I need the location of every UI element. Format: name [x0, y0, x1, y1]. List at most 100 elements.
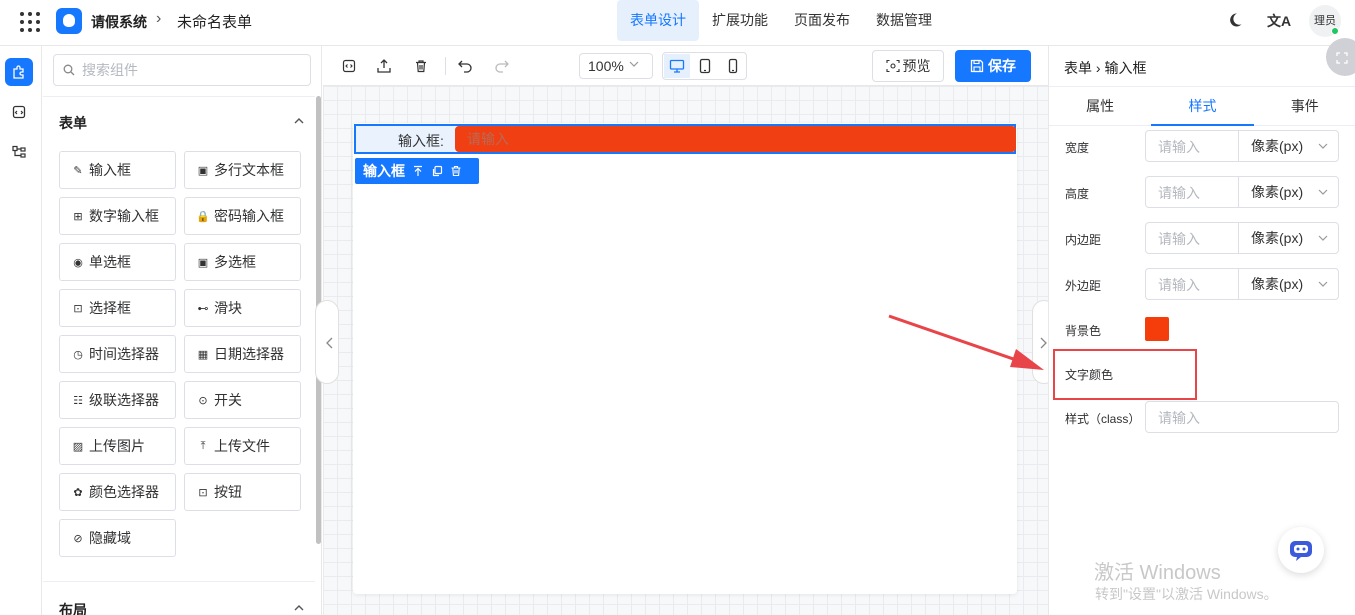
top-bar: 请假系统 › 未命名表单 表单设计 扩展功能 页面发布 数据管理 文A 理员: [0, 0, 1355, 46]
import-button[interactable]: [376, 58, 392, 74]
class-input[interactable]: [1158, 408, 1328, 428]
dark-mode-icon[interactable]: [1227, 12, 1243, 28]
slider-icon: ⊷: [197, 302, 209, 315]
class-label: 样式（class）: [1065, 412, 1141, 426]
upload-tray-icon: [377, 59, 391, 73]
field-input[interactable]: [467, 129, 867, 149]
number-icon: ⊞: [73, 210, 83, 223]
selected-field-row[interactable]: 输入框:: [354, 124, 1016, 154]
tab-properties[interactable]: 属性: [1049, 87, 1151, 125]
component-button[interactable]: ▨ 上传图片: [59, 427, 176, 465]
search-input[interactable]: [82, 60, 302, 80]
style-row-input[interactable]: [1158, 183, 1238, 203]
tab-events[interactable]: 事件: [1254, 87, 1355, 125]
move-top-icon[interactable]: [412, 165, 424, 177]
text-color-picker[interactable]: [1145, 361, 1169, 385]
search-box: [53, 54, 311, 86]
style-row-input[interactable]: [1158, 229, 1238, 249]
unit-select-value: 像素(px): [1251, 184, 1304, 200]
component-button[interactable]: 🔒 密码输入框: [184, 197, 301, 235]
chevron-up-icon[interactable]: [293, 115, 305, 127]
image-icon: ▨: [72, 440, 84, 453]
textarea-icon: ▣: [197, 164, 209, 177]
save-icon: [970, 59, 984, 73]
chevron-up-icon[interactable]: [293, 602, 305, 614]
unit-select[interactable]: 像素(px): [1238, 269, 1339, 299]
tab-page-publish[interactable]: 页面发布: [781, 0, 863, 41]
code-view-button[interactable]: [341, 58, 357, 74]
unit-select[interactable]: 像素(px): [1238, 131, 1339, 161]
component-button[interactable]: ⊞ 数字输入框: [59, 197, 176, 235]
component-button[interactable]: ⊡ 选择框: [59, 289, 176, 327]
toolbar-divider: [445, 57, 446, 75]
collapse-left-button[interactable]: [315, 300, 339, 384]
tablet-view-button[interactable]: [692, 54, 718, 78]
bg-color-picker[interactable]: [1145, 317, 1169, 341]
component-button[interactable]: ▦ 日期选择器: [184, 335, 301, 373]
tab-data-management[interactable]: 数据管理: [863, 0, 945, 41]
copy-icon[interactable]: [431, 165, 443, 177]
component-button[interactable]: ▣ 多行文本框: [184, 151, 301, 189]
field-input-box[interactable]: [455, 126, 1016, 152]
component-button[interactable]: ◉ 单选框: [59, 243, 176, 281]
tab-style[interactable]: 样式: [1151, 87, 1254, 126]
canvas-toolbar: 100% 预览 保存: [323, 46, 1048, 86]
component-button[interactable]: ⊙ 开关: [184, 381, 301, 419]
tab-extensions[interactable]: 扩展功能: [699, 0, 781, 41]
component-button[interactable]: ▣ 多选框: [184, 243, 301, 281]
desktop-view-button[interactable]: [664, 54, 690, 78]
style-row-input[interactable]: [1158, 137, 1238, 157]
canvas-area: 100% 预览 保存 输入框: 请输入 输入框: [315, 46, 1056, 615]
section-title-layout[interactable]: 布局: [59, 600, 87, 615]
section-title-form[interactable]: 表单: [59, 113, 87, 133]
redo-button[interactable]: [494, 58, 510, 74]
component-button[interactable]: ⊷ 滑块: [184, 289, 301, 327]
component-label: 颜色选择器: [89, 484, 159, 500]
unit-select[interactable]: 像素(px): [1238, 223, 1339, 253]
rail-code-button[interactable]: [5, 98, 33, 126]
form-canvas[interactable]: 输入框: 输入框: [353, 123, 1017, 594]
trash-icon[interactable]: [450, 165, 462, 177]
preview-label: 预览: [902, 58, 931, 74]
rail-tree-button[interactable]: [5, 138, 33, 166]
app-name[interactable]: 请假系统: [91, 12, 147, 32]
divider: [43, 96, 315, 97]
device-switcher: [662, 52, 747, 80]
clear-button[interactable]: [413, 58, 429, 74]
preview-button[interactable]: 预览: [872, 50, 944, 82]
save-button[interactable]: 保存: [955, 50, 1031, 82]
left-icon-rail: [0, 46, 42, 615]
component-label: 上传图片: [89, 438, 145, 454]
component-button[interactable]: ⊡ 按钮: [184, 473, 301, 511]
zoom-select[interactable]: 100%: [579, 53, 653, 79]
cascader-icon: ☷: [73, 394, 83, 407]
mobile-view-button[interactable]: [720, 54, 746, 78]
switch-icon: ⊙: [198, 394, 208, 407]
component-button[interactable]: ✿ 颜色选择器: [59, 473, 176, 511]
breadcrumb-separator: ›: [156, 10, 162, 27]
undo-button[interactable]: [457, 58, 473, 74]
rail-components-button[interactable]: [5, 58, 33, 86]
component-label: 开关: [214, 392, 242, 408]
field-action-tag: 输入框: [355, 158, 479, 184]
component-label: 上传文件: [214, 438, 270, 454]
component-button[interactable]: ✎ 输入框: [59, 151, 176, 189]
component-button[interactable]: ◷ 时间选择器: [59, 335, 176, 373]
tab-form-design[interactable]: 表单设计: [617, 0, 699, 41]
fullscreen-button[interactable]: [1326, 38, 1355, 76]
unit-select-value: 像素(px): [1251, 230, 1304, 246]
online-status-dot: [1331, 27, 1339, 35]
trash-icon: [416, 60, 426, 73]
bg-color-label: 背景色: [1065, 324, 1102, 338]
component-button[interactable]: ☷ 级联选择器: [59, 381, 176, 419]
component-label: 日期选择器: [214, 346, 284, 362]
app-grid-icon[interactable]: [20, 12, 40, 32]
component-button[interactable]: ⤒ 上传文件: [184, 427, 301, 465]
style-row-input[interactable]: [1158, 275, 1238, 295]
unit-select[interactable]: 像素(px): [1238, 177, 1339, 207]
pencil-icon: ✎: [73, 164, 83, 177]
translate-icon[interactable]: 文A: [1267, 11, 1291, 31]
clock-icon: ◷: [73, 348, 83, 361]
component-button[interactable]: ⊘ 隐藏域: [59, 519, 176, 557]
assistant-button[interactable]: [1278, 527, 1324, 573]
